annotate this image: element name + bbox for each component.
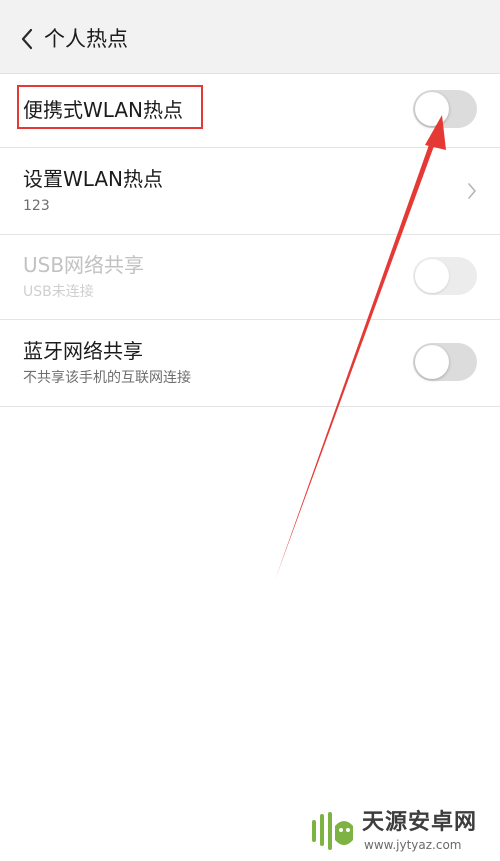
portable-wlan-hotspot-row[interactable]: 便携式WLAN热点	[0, 74, 500, 148]
chevron-right-icon	[468, 183, 476, 199]
wlan-hotspot-settings-label: 设置WLAN热点	[23, 167, 164, 191]
site-watermark: 天源安卓网 www.jytyaz.com	[308, 808, 498, 858]
bluetooth-tethering-description: 不共享该手机的互联网连接	[23, 370, 191, 386]
back-button[interactable]	[14, 22, 42, 54]
screen: 个人热点 便携式WLAN热点 设置WLAN热点 123 USB网络共享 USB未…	[0, 0, 500, 861]
usb-tethering-toggle	[413, 257, 477, 295]
bluetooth-tethering-row[interactable]: 蓝牙网络共享 不共享该手机的互联网连接	[0, 320, 500, 407]
bluetooth-tethering-label: 蓝牙网络共享	[23, 339, 143, 363]
toggle-knob	[415, 259, 449, 293]
watermark-url: www.jytyaz.com	[364, 838, 462, 852]
wlan-hotspot-name-value: 123	[23, 198, 50, 214]
toggle-knob	[415, 92, 449, 126]
app-header: 个人热点	[0, 0, 500, 74]
watermark-site-name: 天源安卓网	[362, 810, 478, 835]
android-logo-icon	[312, 812, 353, 850]
portable-wlan-hotspot-toggle[interactable]	[413, 90, 477, 128]
usb-status-text: USB未连接	[23, 284, 94, 300]
usb-tethering-row: USB网络共享 USB未连接	[0, 235, 500, 320]
usb-tethering-label: USB网络共享	[23, 253, 145, 277]
bluetooth-tethering-toggle[interactable]	[413, 343, 477, 381]
page-title: 个人热点	[44, 27, 128, 51]
toggle-knob	[415, 345, 449, 379]
wlan-hotspot-settings-row[interactable]: 设置WLAN热点 123	[0, 148, 500, 235]
chevron-left-icon	[21, 28, 33, 50]
portable-wlan-hotspot-label: 便携式WLAN热点	[23, 98, 184, 122]
